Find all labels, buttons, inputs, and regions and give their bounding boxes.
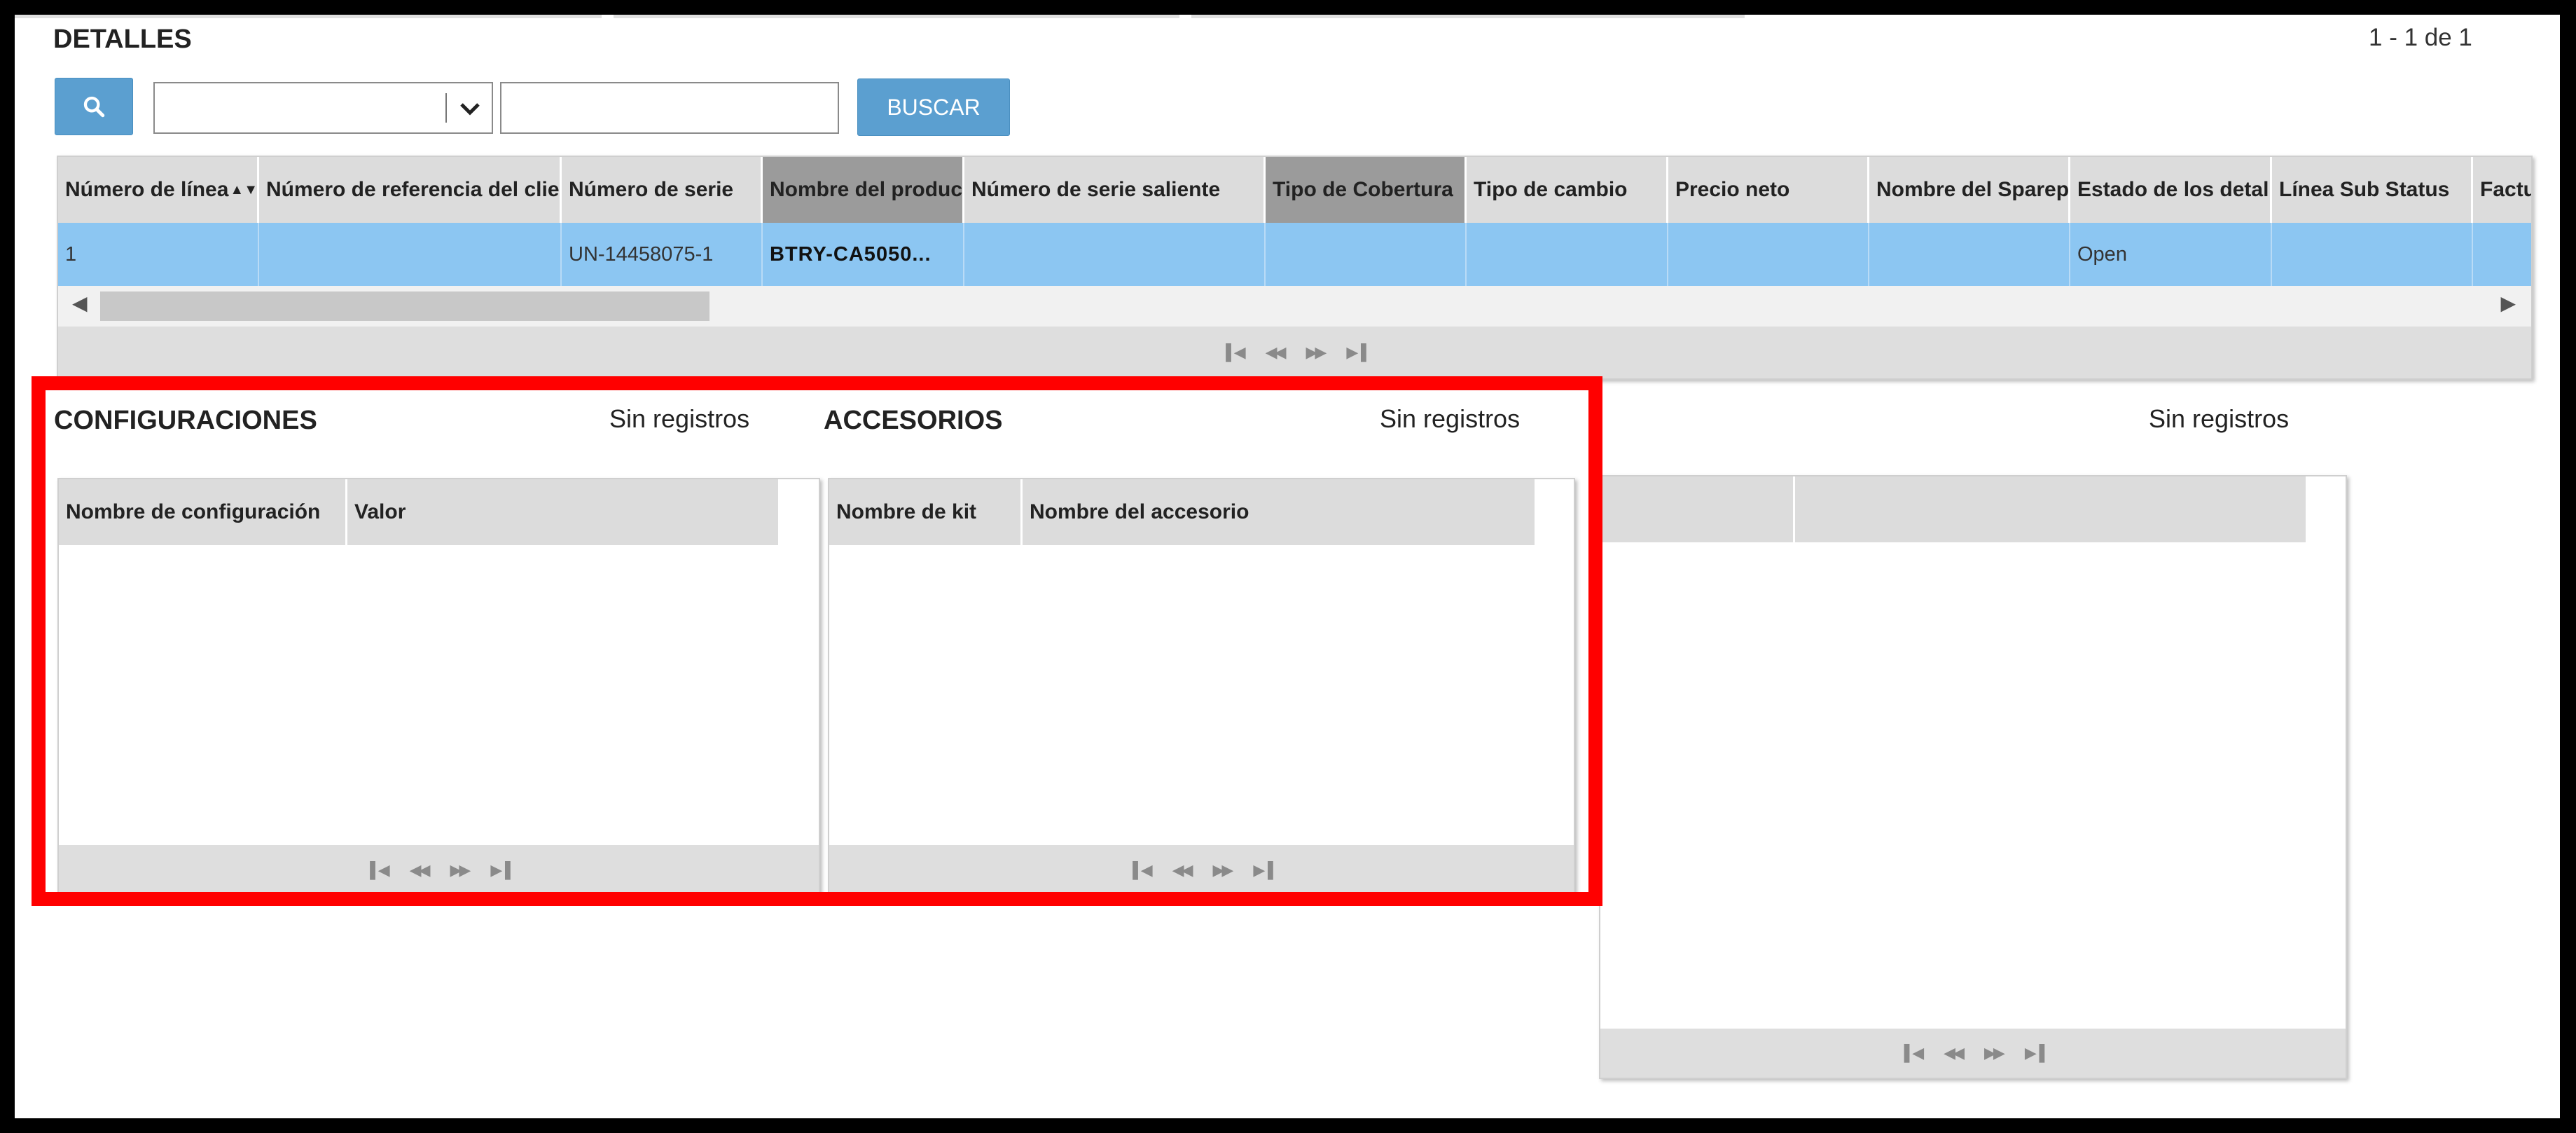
column-header-tipo-cobertura[interactable]: Tipo de Cobertura bbox=[1266, 157, 1467, 223]
last-page-icon[interactable]: ▶▐ bbox=[1346, 343, 1366, 362]
search-icon bbox=[83, 96, 105, 118]
search-text-input[interactable] bbox=[500, 82, 839, 134]
third-panel-pager: ▌◀ ◀◀ ▶▶ ▶▐ bbox=[1600, 1029, 2346, 1078]
table-cell: Open bbox=[2070, 223, 2272, 286]
table-cell bbox=[964, 223, 1266, 286]
table-cell: BTRY-CA5050... bbox=[763, 223, 964, 286]
table-cell bbox=[259, 223, 562, 286]
column-label: Número de línea bbox=[65, 178, 229, 201]
column-header-precio-neto[interactable]: Precio neto bbox=[1668, 157, 1869, 223]
detalles-header-row: Número de línea ▲▼ Número de referencia … bbox=[58, 157, 2531, 223]
tab-stub-2 bbox=[614, 15, 1179, 18]
detalles-pager: ▌◀ ◀◀ ▶▶ ▶▐ bbox=[58, 327, 2531, 378]
scroll-right-icon[interactable]: ▶ bbox=[2500, 291, 2516, 315]
column-header-nombre-producto[interactable]: Nombre del produc bbox=[763, 157, 964, 223]
table-cell bbox=[1869, 223, 2070, 286]
column-header-tipo-cambio[interactable]: Tipo de cambio bbox=[1467, 157, 1668, 223]
first-page-icon[interactable]: ▌◀ bbox=[1226, 343, 1245, 362]
table-row[interactable]: 1 UN-14458075-1 BTRY-CA5050... Open bbox=[58, 223, 2531, 286]
column-header-referencia-cliente[interactable]: Número de referencia del clie bbox=[259, 157, 562, 223]
column-header-numero-linea[interactable]: Número de línea ▲▼ bbox=[58, 157, 259, 223]
sort-icon: ▲▼ bbox=[230, 181, 258, 198]
pagination-count: 1 - 1 de 1 bbox=[2369, 24, 2472, 51]
table-cell bbox=[2473, 223, 2531, 286]
third-panel-grid: ▌◀ ◀◀ ▶▶ ▶▐ bbox=[1599, 475, 2347, 1079]
search-field-select[interactable] bbox=[153, 82, 493, 134]
highlight-box bbox=[32, 376, 1602, 906]
next-page-icon[interactable]: ▶▶ bbox=[1984, 1044, 2005, 1062]
third-panel-empty-text: Sin registros bbox=[2149, 404, 2290, 433]
scrollbar-thumb[interactable] bbox=[100, 291, 709, 321]
third-panel-header-row bbox=[1600, 476, 2308, 542]
detalles-title: DETALLES bbox=[53, 25, 192, 54]
horizontal-scrollbar[interactable]: ◀ ▶ bbox=[58, 286, 2531, 327]
search-icon-button[interactable] bbox=[55, 78, 133, 135]
column-header-numero-serie[interactable]: Número de serie bbox=[562, 157, 763, 223]
column-header-nombre-sparep[interactable]: Nombre del Sparep bbox=[1869, 157, 2070, 223]
prev-page-icon[interactable]: ◀◀ bbox=[1266, 343, 1287, 362]
column-header-unlabeled-2[interactable] bbox=[1795, 476, 2308, 542]
buscar-button[interactable]: BUSCAR bbox=[857, 78, 1010, 136]
last-page-icon[interactable]: ▶▐ bbox=[2025, 1044, 2044, 1062]
table-cell: 1 bbox=[58, 223, 259, 286]
tab-stub-3 bbox=[1191, 15, 1745, 18]
main-frame: DETALLES 1 - 1 de 1 BUSCAR Número de lín… bbox=[15, 15, 2560, 1118]
table-cell bbox=[2272, 223, 2473, 286]
select-divider bbox=[445, 93, 447, 123]
table-cell bbox=[1467, 223, 1668, 286]
table-cell bbox=[1266, 223, 1467, 286]
column-header-factura[interactable]: Factu bbox=[2473, 157, 2531, 223]
tab-stub-1 bbox=[15, 15, 602, 18]
next-page-icon[interactable]: ▶▶ bbox=[1306, 343, 1327, 362]
chevron-down-icon[interactable] bbox=[456, 97, 484, 120]
scroll-left-icon[interactable]: ◀ bbox=[72, 291, 88, 315]
column-header-estado-detalles[interactable]: Estado de los detal bbox=[2070, 157, 2272, 223]
table-cell: UN-14458075-1 bbox=[562, 223, 763, 286]
column-header-unlabeled-1[interactable] bbox=[1600, 476, 1795, 542]
column-header-serie-saliente[interactable]: Número de serie saliente bbox=[964, 157, 1266, 223]
prev-page-icon[interactable]: ◀◀ bbox=[1944, 1044, 1965, 1062]
first-page-icon[interactable]: ▌◀ bbox=[1904, 1044, 1924, 1062]
detalles-grid: Número de línea ▲▼ Número de referencia … bbox=[57, 156, 2533, 380]
column-header-linea-sub-status[interactable]: Línea Sub Status bbox=[2272, 157, 2473, 223]
table-cell bbox=[1668, 223, 1869, 286]
